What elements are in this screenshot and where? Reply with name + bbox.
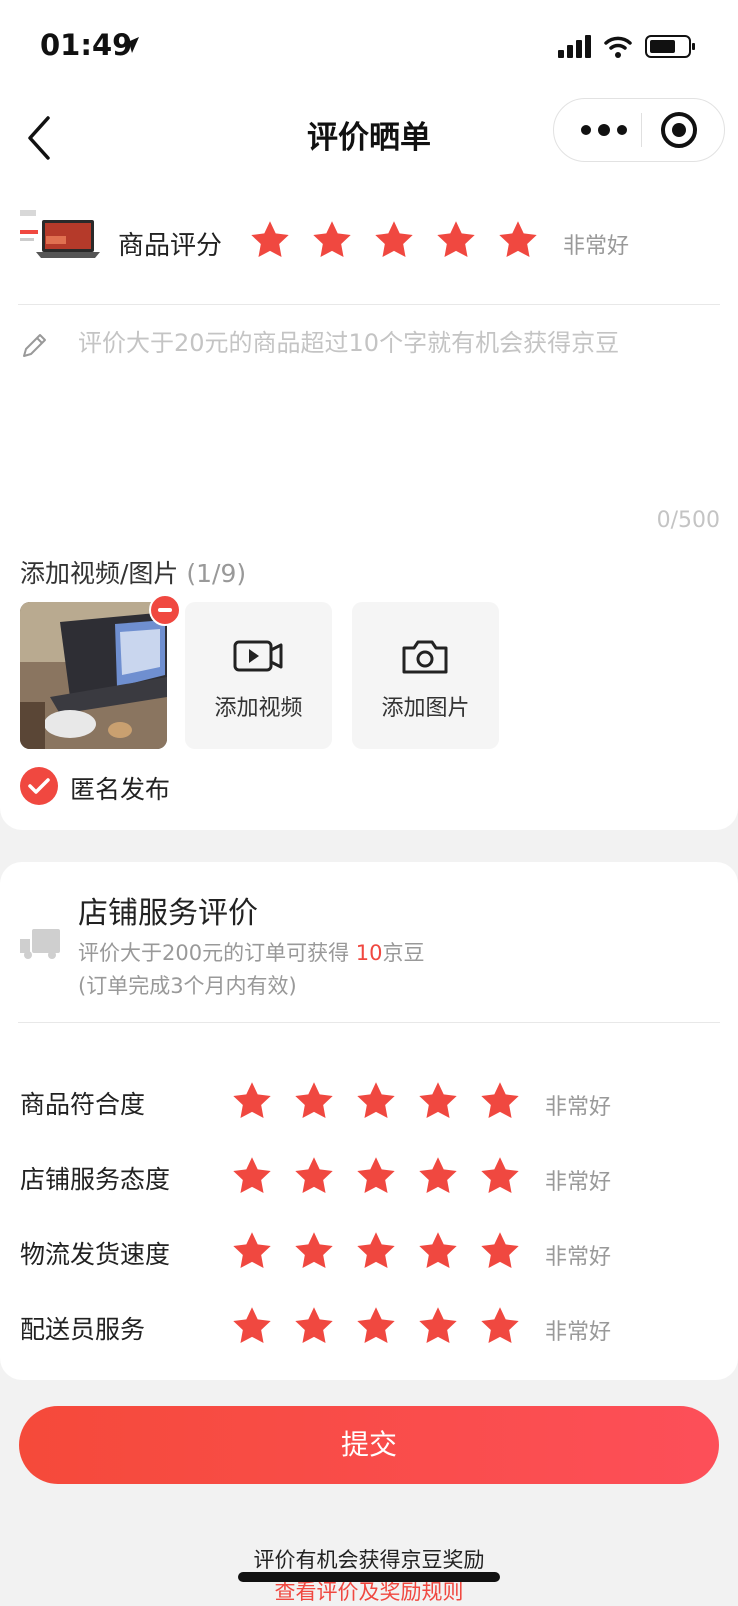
rating-row-stars[interactable] (230, 1304, 522, 1348)
star-icon[interactable] (248, 218, 292, 262)
miniapp-capsule (553, 98, 725, 162)
remove-photo-button[interactable] (149, 594, 181, 626)
subtitle-suffix: 京豆 (382, 941, 425, 965)
star-icon[interactable] (230, 1079, 274, 1123)
product-rating-label: 商品评分 (118, 231, 223, 261)
star-icon[interactable] (230, 1304, 274, 1348)
star-icon[interactable] (292, 1229, 336, 1273)
char-counter: 0/500 (656, 508, 720, 533)
submit-button[interactable]: 提交 (19, 1406, 719, 1484)
media-section-title: 添加视频/图片 (1/9) (20, 554, 246, 590)
video-camera-icon (233, 640, 283, 672)
camera-icon (402, 640, 448, 674)
star-icon[interactable] (372, 218, 416, 262)
rating-row-text: 非常好 (545, 1095, 612, 1120)
divider (18, 304, 720, 305)
rating-row-label: 配送员服务 (20, 1315, 146, 1344)
rating-row-stars[interactable] (230, 1154, 522, 1198)
star-icon[interactable] (478, 1154, 522, 1198)
capsule-divider (641, 113, 642, 147)
more-dots-icon (581, 124, 627, 136)
star-icon[interactable] (434, 218, 478, 262)
review-card: 商品评分 非常好 评价大于20元的商品超过10个字就有机会获得京豆 0/500 … (0, 190, 738, 830)
rating-row-label: 店铺服务态度 (20, 1165, 171, 1194)
star-icon[interactable] (230, 1154, 274, 1198)
anonymous-label: 匿名发布 (70, 775, 171, 804)
divider (18, 1022, 720, 1023)
store-rating-subtitle: 评价大于200元的订单可获得 10京豆 (订单完成3个月内有效) (78, 937, 425, 1003)
star-icon[interactable] (478, 1304, 522, 1348)
star-icon[interactable] (478, 1079, 522, 1123)
rating-row-text: 非常好 (545, 1320, 612, 1345)
status-time: 01:49 (40, 28, 133, 62)
star-icon[interactable] (292, 1079, 336, 1123)
star-icon[interactable] (310, 218, 354, 262)
media-count: (1/9) (186, 559, 247, 588)
add-image-button[interactable]: 添加图片 (352, 602, 499, 749)
add-video-button[interactable]: 添加视频 (185, 602, 332, 749)
status-bar: 01:49 (0, 0, 738, 90)
wifi-icon (604, 36, 632, 58)
rating-row-stars[interactable] (230, 1229, 522, 1273)
star-icon[interactable] (354, 1079, 398, 1123)
rating-row-label: 物流发货速度 (20, 1240, 171, 1269)
review-textarea[interactable]: 评价大于20元的商品超过10个字就有机会获得京豆 (78, 323, 728, 358)
rating-row-stars[interactable] (230, 1079, 522, 1123)
uploaded-photo[interactable] (20, 602, 167, 749)
more-button[interactable] (574, 111, 634, 149)
product-rating-stars[interactable] (248, 218, 540, 262)
status-icons (558, 32, 708, 64)
add-image-label: 添加图片 (381, 696, 470, 721)
star-icon[interactable] (416, 1079, 460, 1123)
subtitle-highlight: 10 (355, 941, 383, 965)
pencil-icon (23, 334, 46, 357)
subtitle-note: (订单完成3个月内有效) (78, 974, 297, 998)
check-icon (28, 778, 50, 794)
star-icon[interactable] (416, 1229, 460, 1273)
star-icon[interactable] (496, 218, 540, 262)
star-icon[interactable] (354, 1304, 398, 1348)
product-thumbnail (18, 206, 103, 266)
rating-row-text: 非常好 (545, 1245, 612, 1270)
star-icon[interactable] (416, 1154, 460, 1198)
target-icon (661, 112, 697, 148)
rating-row-label: 商品符合度 (20, 1090, 146, 1119)
truck-icon (20, 929, 60, 959)
anonymous-checkbox[interactable] (20, 767, 58, 805)
rating-row-text: 非常好 (545, 1170, 612, 1195)
star-icon[interactable] (354, 1229, 398, 1273)
nav-bar: 评价晒单 (0, 90, 738, 190)
star-icon[interactable] (292, 1304, 336, 1348)
battery-icon (645, 35, 695, 58)
product-rating-text: 非常好 (563, 234, 630, 259)
home-indicator (238, 1572, 500, 1582)
signal-icon (558, 35, 591, 58)
store-rating-title: 店铺服务评价 (78, 896, 258, 931)
star-icon[interactable] (230, 1229, 274, 1273)
add-video-label: 添加视频 (214, 696, 303, 721)
star-icon[interactable] (292, 1154, 336, 1198)
footer-reward-text: 评价有机会获得京豆奖励 (253, 1548, 485, 1572)
media-title-text: 添加视频/图片 (20, 559, 179, 588)
close-miniapp-button[interactable] (659, 110, 699, 150)
star-icon[interactable] (478, 1229, 522, 1273)
star-icon[interactable] (354, 1154, 398, 1198)
subtitle-prefix: 评价大于200元的订单可获得 (78, 941, 356, 965)
star-icon[interactable] (416, 1304, 460, 1348)
location-arrow-icon (123, 37, 139, 53)
store-rating-card: 店铺服务评价 评价大于200元的订单可获得 10京豆 (订单完成3个月内有效) … (0, 862, 738, 1380)
